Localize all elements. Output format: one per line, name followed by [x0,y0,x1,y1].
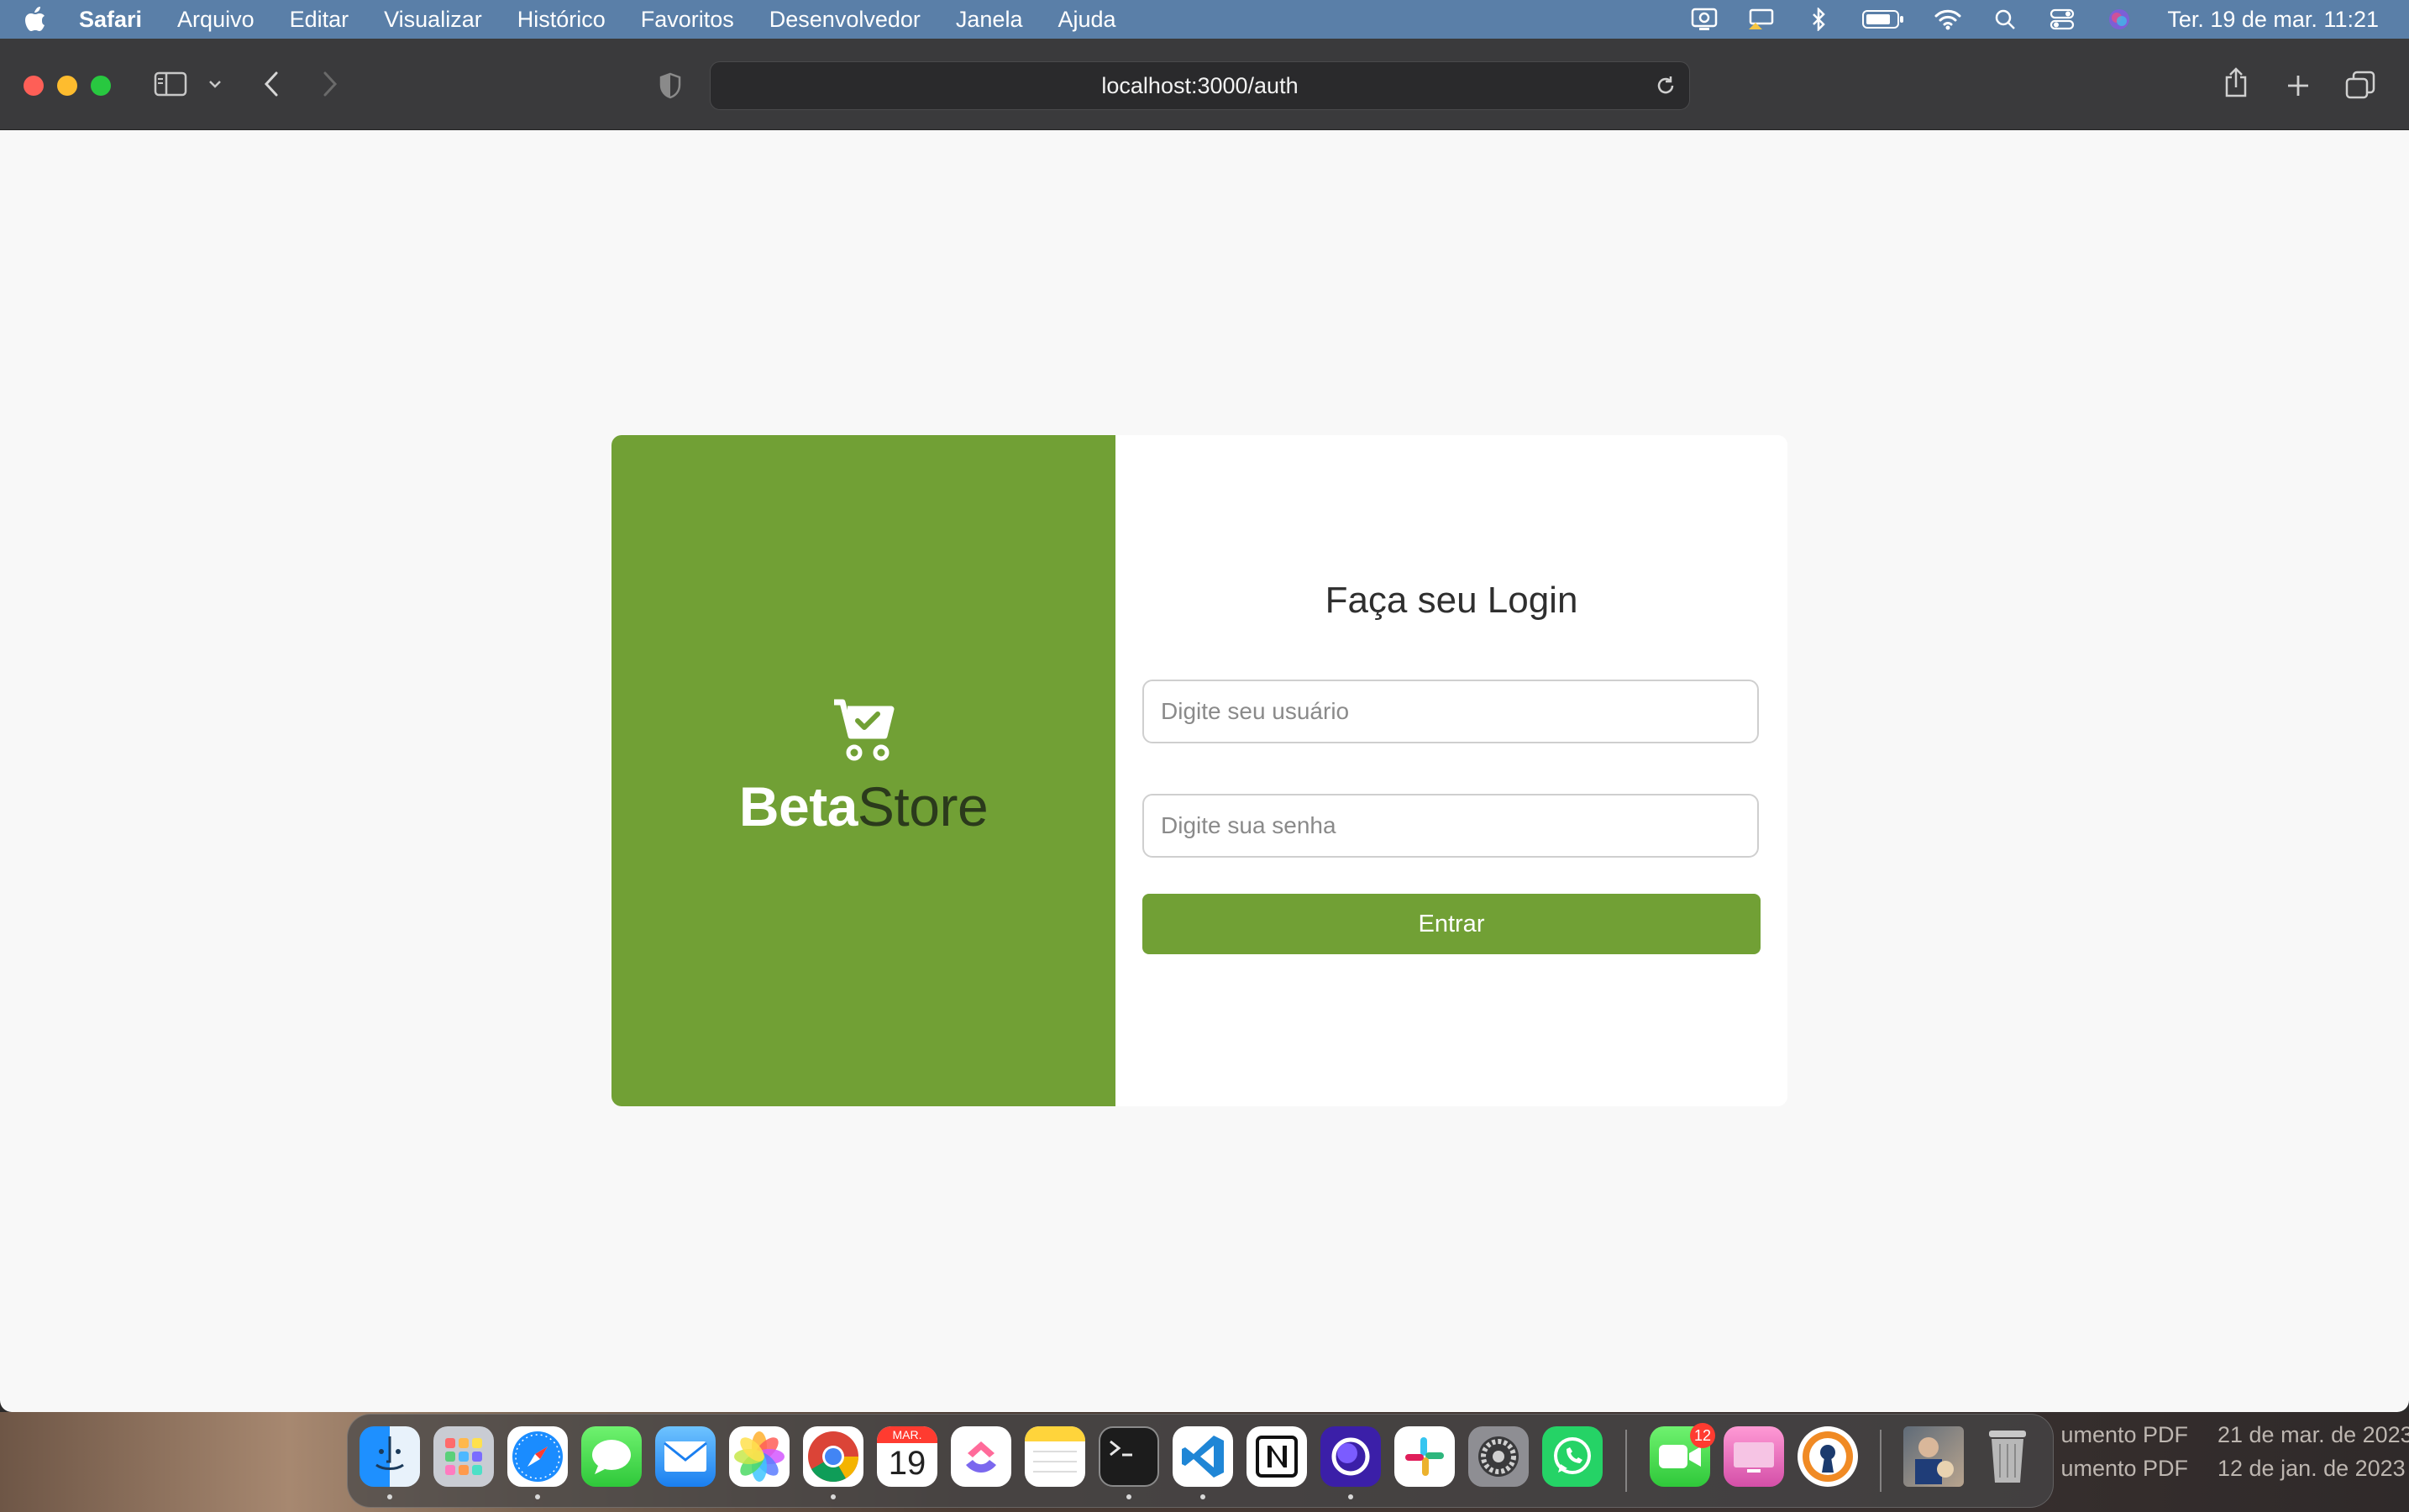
clickup-icon[interactable] [951,1426,1011,1487]
brand-logo: BetaStore [738,774,989,838]
address-bar[interactable]: localhost:3000/auth [710,61,1690,110]
menu-ajuda[interactable]: Ajuda [1058,7,1115,33]
menu-favoritos[interactable]: Favoritos [641,7,734,33]
menu-visualizar[interactable]: Visualizar [384,7,482,33]
siri-icon[interactable] [2105,7,2133,32]
system-settings-icon[interactable] [1468,1426,1529,1487]
safari-icon[interactable] [507,1426,568,1487]
menu-desenvolvedor[interactable]: Desenvolvedor [769,7,921,33]
notion-icon[interactable] [1246,1426,1307,1487]
login-submit-button[interactable]: Entrar [1142,894,1761,954]
running-indicator [535,1494,540,1499]
menu-bar: Safari Arquivo Editar Visualizar Históri… [0,0,2409,39]
bluetooth-icon[interactable] [1804,7,1833,32]
login-title: Faça seu Login [1325,580,1578,621]
running-indicator [1348,1494,1353,1499]
notes-icon[interactable] [1025,1426,1085,1487]
vscode-icon[interactable] [1173,1426,1233,1487]
menu-historico[interactable]: Histórico [517,7,606,33]
browser-toolbar: localhost:3000/auth [0,39,2409,130]
finder-icon[interactable] [360,1426,420,1487]
screen-recorder-icon[interactable] [1724,1426,1784,1487]
list-item[interactable]: umento PDF12 de jan. de 2023 10 [2016,1452,2409,1485]
privacy-shield-icon[interactable] [655,71,685,101]
messages-icon[interactable] [581,1426,642,1487]
apple-menu-icon[interactable] [24,6,47,33]
status-area: Ter. 19 de mar. 11:21 [1690,0,2379,39]
menu-app-safari[interactable]: Safari [79,7,142,33]
running-indicator [387,1494,392,1499]
chrome-icon[interactable] [803,1426,863,1487]
trash-icon[interactable] [1977,1426,2038,1487]
calendar-day: 19 [888,1445,926,1482]
dock-separator [1625,1430,1627,1492]
running-indicator [831,1494,836,1499]
new-tab-icon[interactable] [2283,71,2313,101]
zoom-window-button[interactable] [91,76,111,96]
sidebar-toggle-icon[interactable] [153,71,188,97]
vpn-icon[interactable] [1798,1426,1858,1487]
page-viewport: BetaStore Faça seu Login Entrar [0,130,2409,1412]
username-input[interactable] [1142,680,1759,743]
dock-separator [1880,1430,1882,1492]
share-icon[interactable] [2221,64,2251,101]
menubar-clock[interactable]: Ter. 19 de mar. 11:21 [2167,7,2379,33]
reload-icon[interactable] [1654,74,1677,97]
terminal-icon[interactable] [1099,1426,1159,1487]
tab-overview-icon[interactable] [2343,69,2377,101]
login-card: BetaStore Faça seu Login Entrar [611,435,1787,1106]
notification-badge: 12 [1690,1423,1715,1448]
menu-janela[interactable]: Janela [956,7,1023,33]
slack-icon[interactable] [1394,1426,1455,1487]
cast-icon[interactable] [1747,7,1776,32]
brand-name-regular: Store [857,774,989,837]
menu-editar[interactable]: Editar [290,7,349,33]
arc-icon[interactable] [1320,1426,1381,1487]
screen-mirror-icon[interactable] [1690,7,1719,32]
search-icon[interactable] [1991,7,2019,32]
launchpad-icon[interactable] [433,1426,494,1487]
forward-icon[interactable] [318,69,343,99]
chevron-down-icon[interactable] [205,76,225,92]
whatsapp-icon[interactable] [1542,1426,1603,1487]
close-window-button[interactable] [24,76,44,96]
calendar-month: MAR. [877,1426,937,1443]
login-form-panel: Faça seu Login Entrar [1115,435,1787,1106]
running-indicator [1200,1494,1205,1499]
calendar-icon[interactable]: MAR. 19 [877,1426,937,1487]
list-item[interactable]: umento PDF 21 de mar. de 2023 [2016,1418,2409,1452]
brand-name-bold: Beta [738,774,858,837]
mail-icon[interactable] [655,1426,716,1487]
address-url: localhost:3000/auth [1101,72,1299,98]
menu-arquivo[interactable]: Arquivo [177,7,255,33]
desktop-file-list: umento PDF 21 de mar. de 2023 umento PDF 1… [2016,1418,2409,1485]
password-input[interactable] [1142,794,1759,858]
photo-thumbnail-icon[interactable] [1903,1426,1964,1487]
wifi-icon[interactable] [1934,7,1962,32]
brand-panel: BetaStore [611,435,1115,1106]
photos-icon[interactable] [729,1426,790,1487]
minimize-window-button[interactable] [57,76,77,96]
control-center-icon[interactable] [2048,7,2076,32]
cart-check-icon [832,697,895,763]
back-icon[interactable] [259,69,284,99]
battery-icon[interactable] [1861,7,1905,32]
running-indicator [1126,1494,1131,1499]
